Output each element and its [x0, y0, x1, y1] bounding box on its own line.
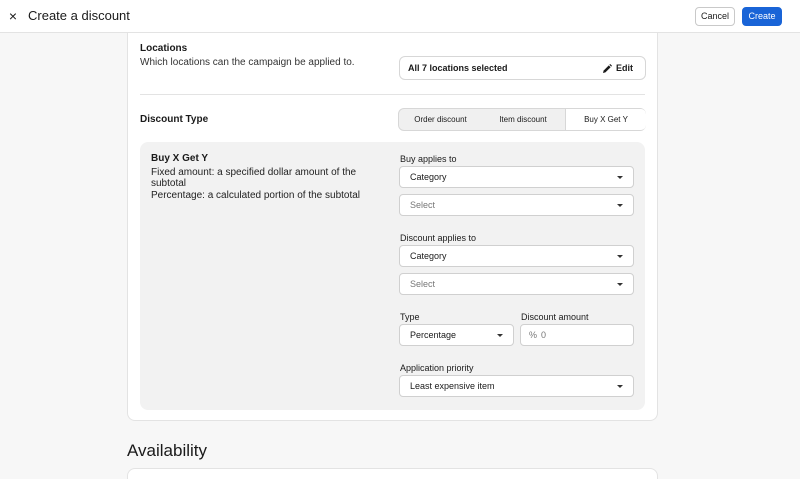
discount-type-option-order[interactable]: Order discount — [399, 109, 482, 130]
discount-amount-label: Discount amount — [521, 312, 589, 322]
chevron-down-icon — [617, 204, 623, 207]
locations-selector: All 7 locations selected Edit — [399, 56, 646, 80]
discount-amount-value: 0 — [541, 330, 547, 340]
section-divider — [140, 94, 645, 95]
application-priority-label: Application priority — [400, 363, 474, 373]
discount-applies-to-label: Discount applies to — [400, 233, 477, 243]
type-value: Percentage — [410, 330, 457, 340]
cancel-button[interactable]: Cancel — [695, 7, 735, 26]
discount-type-option-bxgy[interactable]: Buy X Get Y — [565, 109, 646, 130]
chevron-down-icon — [497, 334, 503, 337]
buy-applies-to-value: Category — [410, 172, 447, 182]
discount-type-option-item[interactable]: Item discount — [482, 109, 564, 130]
discount-applies-to-value: Category — [410, 251, 447, 261]
discount-applies-to-select[interactable]: Category — [399, 245, 634, 267]
pencil-icon — [603, 63, 612, 73]
edit-locations-button[interactable]: Edit — [602, 62, 633, 75]
chevron-down-icon — [617, 385, 623, 388]
buy-applies-to-item-select[interactable]: Select — [399, 194, 634, 216]
create-button[interactable]: Create — [742, 7, 782, 26]
buy-applies-to-label: Buy applies to — [400, 154, 457, 164]
percent-prefix: % — [529, 330, 538, 340]
availability-card — [127, 468, 658, 479]
locations-title: Locations — [140, 43, 188, 54]
chevron-down-icon — [617, 176, 623, 179]
bxgy-description-line: Percentage: a calculated portion of the … — [151, 190, 361, 201]
edit-label: Edit — [616, 63, 633, 73]
availability-title: Availability — [127, 441, 208, 460]
chevron-down-icon — [617, 283, 623, 286]
locations-description: Which locations can the campaign be appl… — [140, 57, 355, 68]
type-label: Type — [400, 312, 420, 322]
locations-selected-text: All 7 locations selected — [408, 63, 508, 73]
buy-applies-to-select[interactable]: Category — [399, 166, 634, 188]
bxgy-description-line: subtotal — [151, 178, 187, 189]
close-icon[interactable]: × — [6, 8, 20, 24]
discount-applies-to-placeholder: Select — [410, 279, 436, 289]
type-select[interactable]: Percentage — [399, 324, 514, 346]
discount-applies-to-item-select[interactable]: Select — [399, 273, 634, 295]
top-bar: × Create a discount Cancel Create — [0, 0, 800, 33]
buy-applies-to-placeholder: Select — [410, 200, 436, 210]
discount-amount-input[interactable]: % 0 — [520, 324, 634, 346]
application-priority-select[interactable]: Least expensive item — [399, 375, 634, 397]
discount-type-segmented-control: Order discount Item discount Buy X Get Y — [398, 108, 646, 131]
application-priority-value: Least expensive item — [410, 381, 495, 391]
page-title: Create a discount — [28, 8, 130, 23]
chevron-down-icon — [617, 255, 623, 258]
bxgy-title: Buy X Get Y — [151, 153, 209, 164]
discount-type-title: Discount Type — [140, 114, 209, 125]
